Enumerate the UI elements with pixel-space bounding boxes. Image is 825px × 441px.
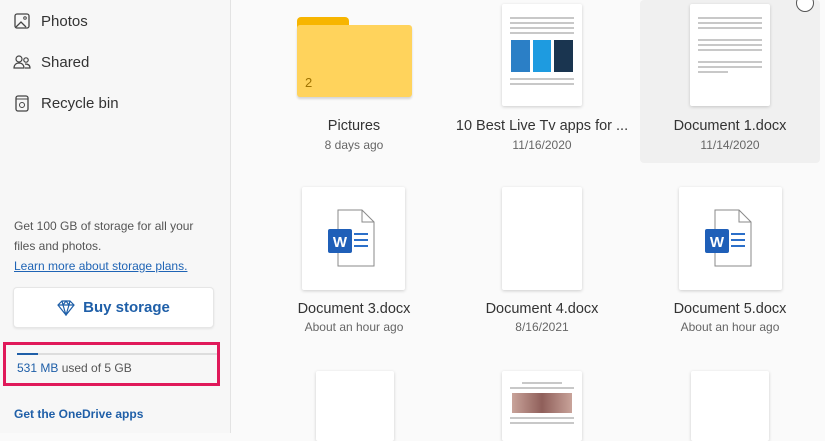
document-preview-thumbnail xyxy=(502,4,582,106)
folder-icon: 2 xyxy=(297,17,412,97)
file-name: 10 Best Live Tv apps for ... xyxy=(455,118,629,134)
sidebar-item-photos[interactable]: Photos xyxy=(13,12,88,30)
quota-total: used of 5 GB xyxy=(58,361,132,375)
file-tile-document-3[interactable]: W Document 3.docx About an hour ago xyxy=(264,180,444,340)
folder-item-count: 2 xyxy=(305,75,313,90)
file-tile-document-4[interactable]: Document 4.docx 8/16/2021 xyxy=(452,180,632,340)
word-file-icon: W xyxy=(679,187,782,290)
file-tile-document-1[interactable]: Document 1.docx 11/14/2020 xyxy=(640,0,820,163)
storage-quota: 531 MB used of 5 GB xyxy=(3,342,220,386)
used-amount: 531 MB xyxy=(17,361,59,375)
file-date: 11/14/2020 xyxy=(700,138,760,152)
photo-icon xyxy=(14,13,30,29)
storage-progress-fill xyxy=(17,353,38,355)
people-icon xyxy=(13,55,31,69)
promo-text: Get 100 GB of storage for all your files… xyxy=(14,219,194,253)
file-name: Pictures xyxy=(327,118,381,134)
storage-promo: Get 100 GB of storage for all your files… xyxy=(14,216,214,276)
file-name: Document 4.docx xyxy=(485,301,599,317)
sidebar-item-label: Shared xyxy=(41,53,90,71)
file-date: 8/16/2021 xyxy=(515,320,569,334)
buy-storage-button[interactable]: Buy storage xyxy=(13,287,214,328)
recycle-bin-icon xyxy=(15,95,29,112)
get-apps-link[interactable]: Get the OneDrive apps xyxy=(14,407,143,421)
document-preview-thumbnail[interactable] xyxy=(502,371,582,441)
sidebar-item-recycle-bin[interactable]: Recycle bin xyxy=(13,94,119,112)
sidebar: Photos Shared Recycle bin Get 100 GB of … xyxy=(0,0,231,433)
sidebar-item-shared[interactable]: Shared xyxy=(13,53,89,71)
file-date: About an hour ago xyxy=(680,320,780,334)
storage-quota-text: 531 MB used of 5 GB xyxy=(17,361,132,375)
file-tile-live-tv-apps[interactable]: 10 Best Live Tv apps for ... 11/16/2020 xyxy=(452,0,632,163)
sidebar-item-label: Photos xyxy=(41,12,88,30)
sidebar-item-label: Recycle bin xyxy=(41,94,119,112)
file-name: Document 1.docx xyxy=(673,118,787,134)
file-name: Document 3.docx xyxy=(297,301,411,317)
buy-storage-label: Buy storage xyxy=(83,299,170,316)
file-tile-document-5[interactable]: W Document 5.docx About an hour ago xyxy=(640,180,820,340)
file-name: Document 5.docx xyxy=(673,301,787,317)
svg-text:W: W xyxy=(710,234,725,251)
file-date: 11/16/2020 xyxy=(512,138,572,152)
word-file-icon: W xyxy=(302,187,405,290)
document-preview-thumbnail xyxy=(690,4,770,106)
file-date: 8 days ago xyxy=(324,138,384,152)
file-tile-pictures[interactable]: 2 Pictures 8 days ago xyxy=(264,0,444,163)
diamond-icon xyxy=(57,299,75,316)
svg-text:W: W xyxy=(333,234,348,251)
file-thumbnail[interactable] xyxy=(316,371,394,441)
storage-plans-link[interactable]: Learn more about storage plans. xyxy=(14,256,214,276)
storage-progress-bar xyxy=(17,353,217,355)
file-thumbnail[interactable] xyxy=(691,371,769,441)
file-date: About an hour ago xyxy=(304,320,404,334)
blank-document-thumbnail xyxy=(502,187,582,290)
